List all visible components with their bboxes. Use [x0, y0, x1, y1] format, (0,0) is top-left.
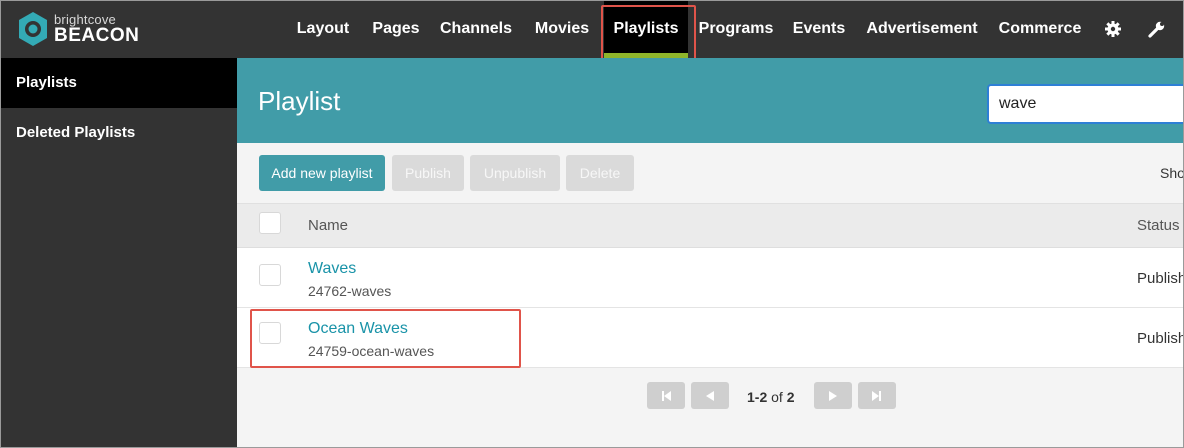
nav-events[interactable]: Events [788, 0, 850, 58]
playlist-title-link[interactable]: Ocean Waves [308, 320, 408, 338]
unpublish-button[interactable]: Unpublish [470, 155, 560, 191]
nav-channels[interactable]: Channels [436, 0, 516, 58]
nav-movies[interactable]: Movies [527, 0, 597, 58]
first-page-button[interactable] [647, 382, 685, 409]
nav-layout[interactable]: Layout [290, 0, 356, 58]
gear-icon[interactable] [1103, 19, 1123, 39]
brightcove-beacon-logo[interactable]: brightcove BEACON [16, 10, 156, 48]
publish-button[interactable]: Publish [392, 155, 464, 191]
page-total: 2 [786, 389, 795, 405]
sidebar-item-playlists[interactable]: Playlists [0, 58, 237, 108]
triangle-left-icon [706, 390, 714, 401]
page-header: Playlist [237, 58, 1184, 143]
delete-button[interactable]: Delete [566, 155, 634, 191]
column-header-status[interactable]: Status [1137, 217, 1180, 234]
playlist-slug: 24762-waves [308, 283, 392, 299]
next-page-button[interactable] [814, 382, 852, 409]
select-all-checkbox[interactable] [259, 212, 281, 234]
nav-playlists-label: Playlists [613, 20, 679, 37]
playlist-status: Publish [1137, 270, 1184, 287]
row-checkbox[interactable] [259, 264, 281, 286]
sidebar-item-deleted-playlists[interactable]: Deleted Playlists [0, 108, 237, 158]
search-input[interactable] [987, 84, 1184, 124]
table-row: Ocean Waves 24759-ocean-waves Publish [237, 308, 1184, 368]
skip-last-icon [872, 390, 881, 401]
playlist-slug: 24759-ocean-waves [308, 343, 435, 359]
toolbar: Add new playlist Publish Unpublish Delet… [237, 143, 1184, 203]
pagination: 1-2 of 2 [237, 368, 1184, 448]
skip-first-icon [662, 390, 671, 401]
table-header: Name Status [237, 203, 1184, 248]
show-per-page-label: Sho [1160, 165, 1184, 181]
nav-commerce[interactable]: Commerce [994, 0, 1086, 58]
column-header-name[interactable]: Name [308, 217, 348, 234]
triangle-right-icon [829, 390, 837, 401]
top-navbar: brightcove BEACON Layout Pages Channels … [0, 0, 1184, 58]
row-checkbox[interactable] [259, 322, 281, 344]
hexagon-logo-icon [19, 12, 47, 46]
page-info: 1-2 of 2 [747, 389, 795, 405]
nav-programs[interactable]: Programs [696, 0, 776, 58]
page-of: of [771, 389, 783, 405]
playlist-title-link[interactable]: Waves [308, 260, 356, 278]
table-row: Waves 24762-waves Publish [237, 248, 1184, 308]
sidebar: Playlists Deleted Playlists [0, 58, 237, 448]
nav-pages[interactable]: Pages [366, 0, 426, 58]
nav-advertisement[interactable]: Advertisement [862, 0, 982, 58]
last-page-button[interactable] [858, 382, 896, 409]
playlist-status: Publish [1137, 330, 1184, 347]
previous-page-button[interactable] [691, 382, 729, 409]
page-title: Playlist [258, 86, 341, 116]
add-new-playlist-button[interactable]: Add new playlist [259, 155, 385, 191]
nav-playlists[interactable]: Playlists [604, 0, 688, 58]
brand-big-text: BEACON [54, 25, 140, 46]
wrench-icon[interactable] [1147, 19, 1167, 39]
page-range: 1-2 [747, 389, 768, 405]
